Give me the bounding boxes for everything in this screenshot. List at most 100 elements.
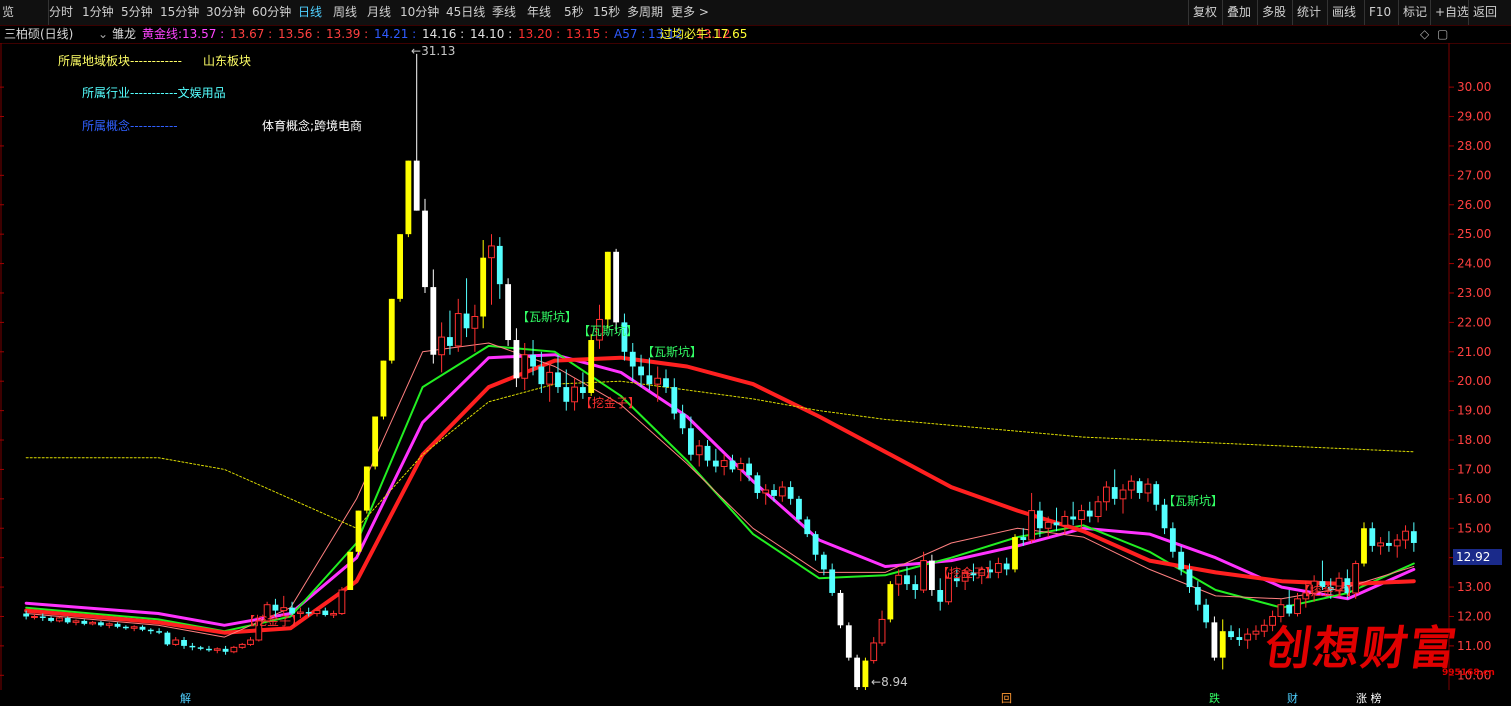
candle-body xyxy=(447,337,453,346)
toolbar-item-2[interactable]: 1分钟 xyxy=(82,0,114,25)
candle-body xyxy=(89,621,97,625)
toolbar-item-8[interactable]: 周线 xyxy=(333,0,357,25)
indicator-value: 13.57 : xyxy=(182,27,225,41)
candle-body xyxy=(555,372,561,388)
window-icon[interactable]: ▢ xyxy=(1437,25,1448,43)
indicator-value: 13.67 : xyxy=(230,27,273,41)
candle-body xyxy=(521,354,529,379)
candle-body xyxy=(1236,637,1243,641)
toolbar-right-item-7[interactable]: +自选 xyxy=(1430,0,1469,25)
candle-body xyxy=(1377,542,1385,547)
toolbar-item-17[interactable]: 更多 > xyxy=(671,0,709,25)
candle-body xyxy=(338,589,346,615)
candle-body xyxy=(904,575,910,585)
low-price-label: ←8.94 xyxy=(871,675,908,689)
concept-value: 体育概念;跨境电商 xyxy=(262,119,363,133)
candle-body xyxy=(388,298,395,361)
candle-body xyxy=(837,592,844,626)
y-tick-label: 24.00 xyxy=(1457,257,1491,271)
indicator-value: 14.21 : xyxy=(374,27,417,41)
toolbar-right-item-3[interactable]: 统计 xyxy=(1292,0,1321,25)
chevron-down-icon[interactable]: ⌄ xyxy=(98,25,108,43)
toolbar-right-item-1[interactable]: 叠加 xyxy=(1222,0,1251,25)
candle-body xyxy=(1153,484,1160,505)
candle-body xyxy=(105,623,113,626)
region-value: 山东板块 xyxy=(203,54,252,68)
candle-body xyxy=(98,622,104,626)
bottom-mark: 涨 榜 xyxy=(1356,692,1382,705)
toolbar-item-3[interactable]: 5分钟 xyxy=(121,0,153,25)
candle-body xyxy=(1402,530,1409,541)
toolbar-item-0[interactable]: 览 xyxy=(2,0,14,25)
candle-body xyxy=(181,640,187,646)
candle-body xyxy=(139,626,146,630)
candle-body xyxy=(380,360,387,417)
toolbar-item-10[interactable]: 10分钟 xyxy=(400,0,439,25)
candle-body xyxy=(870,642,878,662)
toolbar-right-item-6[interactable]: 标记 xyxy=(1398,0,1427,25)
candle-body xyxy=(695,445,703,456)
candle-body xyxy=(579,387,586,393)
toolbar-item-6[interactable]: 60分钟 xyxy=(252,0,291,25)
gold-line-label: 黄金线: xyxy=(142,27,183,41)
candle-body xyxy=(23,613,30,617)
candle-body xyxy=(1186,569,1193,588)
toolbar-item-15[interactable]: 15秒 xyxy=(593,0,620,25)
stock-title[interactable]: 三柏硕(日线) xyxy=(4,25,73,43)
candle-body xyxy=(39,616,46,618)
bottom-mark: 回 xyxy=(1001,692,1012,705)
candle-body xyxy=(796,498,802,520)
candle-body xyxy=(405,160,412,235)
candle-body xyxy=(197,647,204,649)
toolbar-item-9[interactable]: 月线 xyxy=(367,0,391,25)
watermark-url: 995168.cn xyxy=(1442,668,1495,678)
toolbar-item-16[interactable]: 多周期 xyxy=(627,0,663,25)
toolbar-item-4[interactable]: 15分钟 xyxy=(160,0,199,25)
candle-body xyxy=(1028,510,1036,541)
candle-body xyxy=(754,475,761,493)
candle-body xyxy=(613,251,620,323)
candle-body xyxy=(563,387,570,402)
candle-body xyxy=(114,623,121,627)
candle-body xyxy=(213,648,221,651)
toolbar-right-item-5[interactable]: F10 xyxy=(1364,0,1391,25)
ma-line-pink xyxy=(25,342,1415,638)
candle-body xyxy=(1228,631,1234,638)
indicator-value: 13.20 : xyxy=(518,27,561,41)
y-tick-label: 25.00 xyxy=(1457,227,1491,241)
indicator-name[interactable]: 雏龙 xyxy=(112,25,136,43)
toolbar-item-12[interactable]: 季线 xyxy=(492,0,516,25)
candle-body xyxy=(64,617,71,623)
y-tick-label: 15.00 xyxy=(1457,521,1491,535)
y-tick-label: 21.00 xyxy=(1457,345,1491,359)
toolbar-item-11[interactable]: 45日线 xyxy=(446,0,485,25)
candle-body xyxy=(720,460,728,467)
toolbar-item-7[interactable]: 日线 xyxy=(298,0,322,25)
candle-body xyxy=(945,577,952,603)
toolbar-right-item-0[interactable]: 复权 xyxy=(1188,0,1217,25)
candle-body xyxy=(546,371,554,385)
industry-label: 所属行业-----------文娱用品 xyxy=(82,86,226,100)
toolbar-right-item-4[interactable]: 画线 xyxy=(1327,0,1356,25)
candle-body xyxy=(31,615,38,618)
candle-body xyxy=(172,639,180,645)
toolbar-item-14[interactable]: 5秒 xyxy=(564,0,584,25)
candle-body xyxy=(862,660,869,688)
candle-body xyxy=(1369,528,1376,546)
diamond-icon[interactable]: ◇ xyxy=(1420,25,1429,43)
candle-body xyxy=(1252,630,1260,635)
candle-body xyxy=(397,234,403,299)
toolbar-item-5[interactable]: 30分钟 xyxy=(206,0,245,25)
candle-body xyxy=(505,284,512,341)
bottom-mark: 跌 xyxy=(1209,692,1220,705)
candle-body xyxy=(156,631,163,633)
candle-body xyxy=(654,377,662,385)
wasikeng-label-4: 【瓦斯坑】 xyxy=(1163,494,1224,508)
candle-body xyxy=(513,340,520,379)
toolbar-item-13[interactable]: 年线 xyxy=(527,0,551,25)
toolbar-right-item-2[interactable]: 多股 xyxy=(1257,0,1286,25)
toolbar-right-item-8[interactable]: 返回 xyxy=(1468,0,1497,25)
candle-body xyxy=(247,639,254,645)
toolbar-item-1[interactable]: 分时 xyxy=(48,0,73,25)
candle-body xyxy=(438,336,446,356)
